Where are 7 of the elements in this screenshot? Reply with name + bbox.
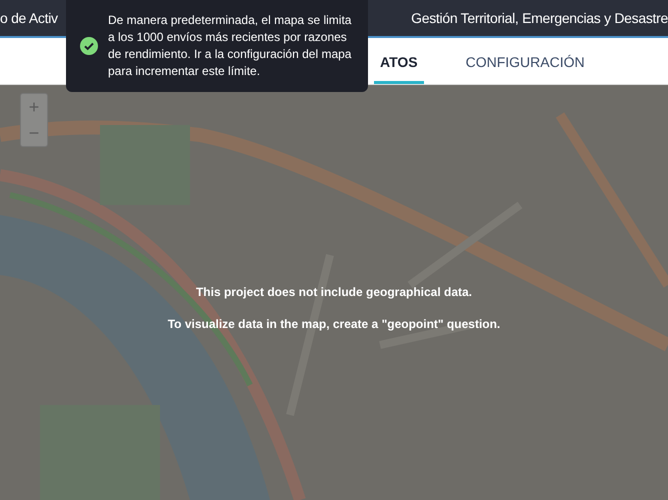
tab[interactable]: CONFIGURACIÓN xyxy=(460,38,591,84)
no-data-message: This project does not include geographical data. xyxy=(196,285,472,299)
project-title: o de Activ xyxy=(0,10,58,26)
no-data-message: To visualize data in the map, create a "geopoint" question. xyxy=(168,317,500,331)
project-title: Gestión Territorial, Emergencias y Desastre xyxy=(411,10,668,26)
toast-message: De manera predeterminada, el mapa se limita a los 1000 envíos más recientes por razones de rendimiento. Ir a la configuración del mapa para incrementar este límite. xyxy=(108,12,352,80)
check-circle-icon xyxy=(80,37,98,55)
